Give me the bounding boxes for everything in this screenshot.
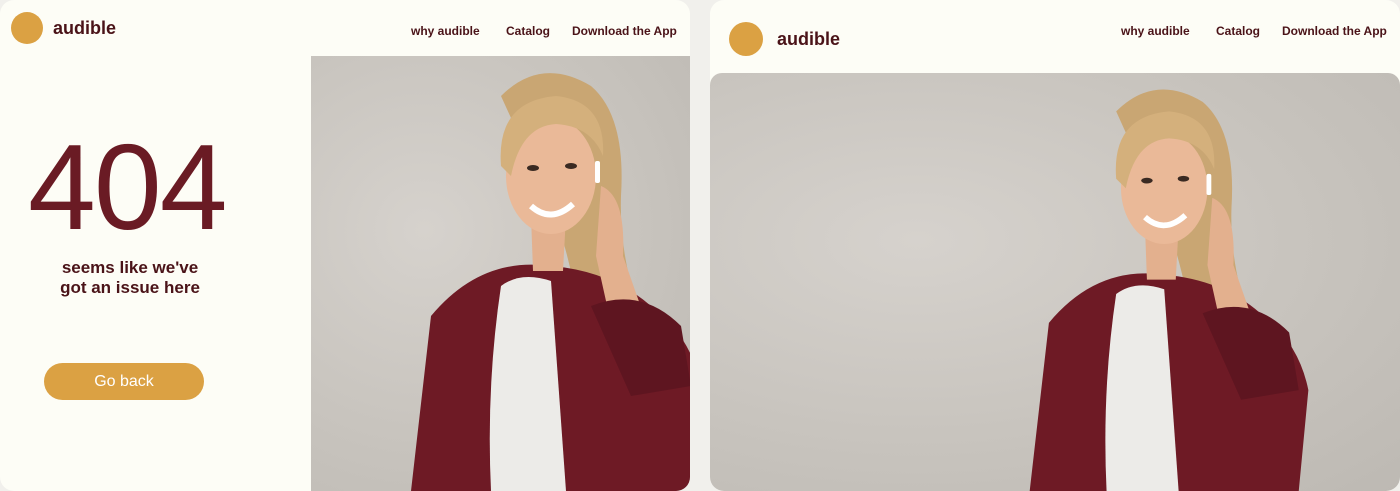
nav-why-audible[interactable]: why audible <box>1121 24 1190 38</box>
logo[interactable]: audible <box>11 12 116 44</box>
error-code: 404 <box>28 119 228 255</box>
person-illustration <box>1029 89 1309 491</box>
nav-download-app[interactable]: Download the App <box>1282 24 1387 38</box>
error-message: seems like we've got an issue here <box>30 258 230 298</box>
logo-text: audible <box>777 28 841 49</box>
logo-mark-icon <box>11 12 43 44</box>
nav-catalog[interactable]: Catalog <box>506 24 550 38</box>
logo-mark-icon <box>729 22 763 56</box>
nav-download-app[interactable]: Download the App <box>572 24 677 38</box>
logo-text: audible <box>53 17 117 38</box>
go-back-button[interactable]: Go back <box>44 363 204 400</box>
hero-page-frame: audible why audible Catalog Download the… <box>710 0 1400 491</box>
logo[interactable]: audible <box>729 22 840 56</box>
hero-photo <box>311 56 690 491</box>
error-page-frame: audible why audible Catalog Download the… <box>0 0 690 491</box>
nav-catalog[interactable]: Catalog <box>1216 24 1260 38</box>
error-message-line-1: seems like we've <box>61 258 199 277</box>
hero-photo <box>710 73 1400 491</box>
person-illustration <box>411 73 690 491</box>
error-message-line-2: got an issue here <box>60 278 200 297</box>
nav-why-audible[interactable]: why audible <box>411 24 480 38</box>
